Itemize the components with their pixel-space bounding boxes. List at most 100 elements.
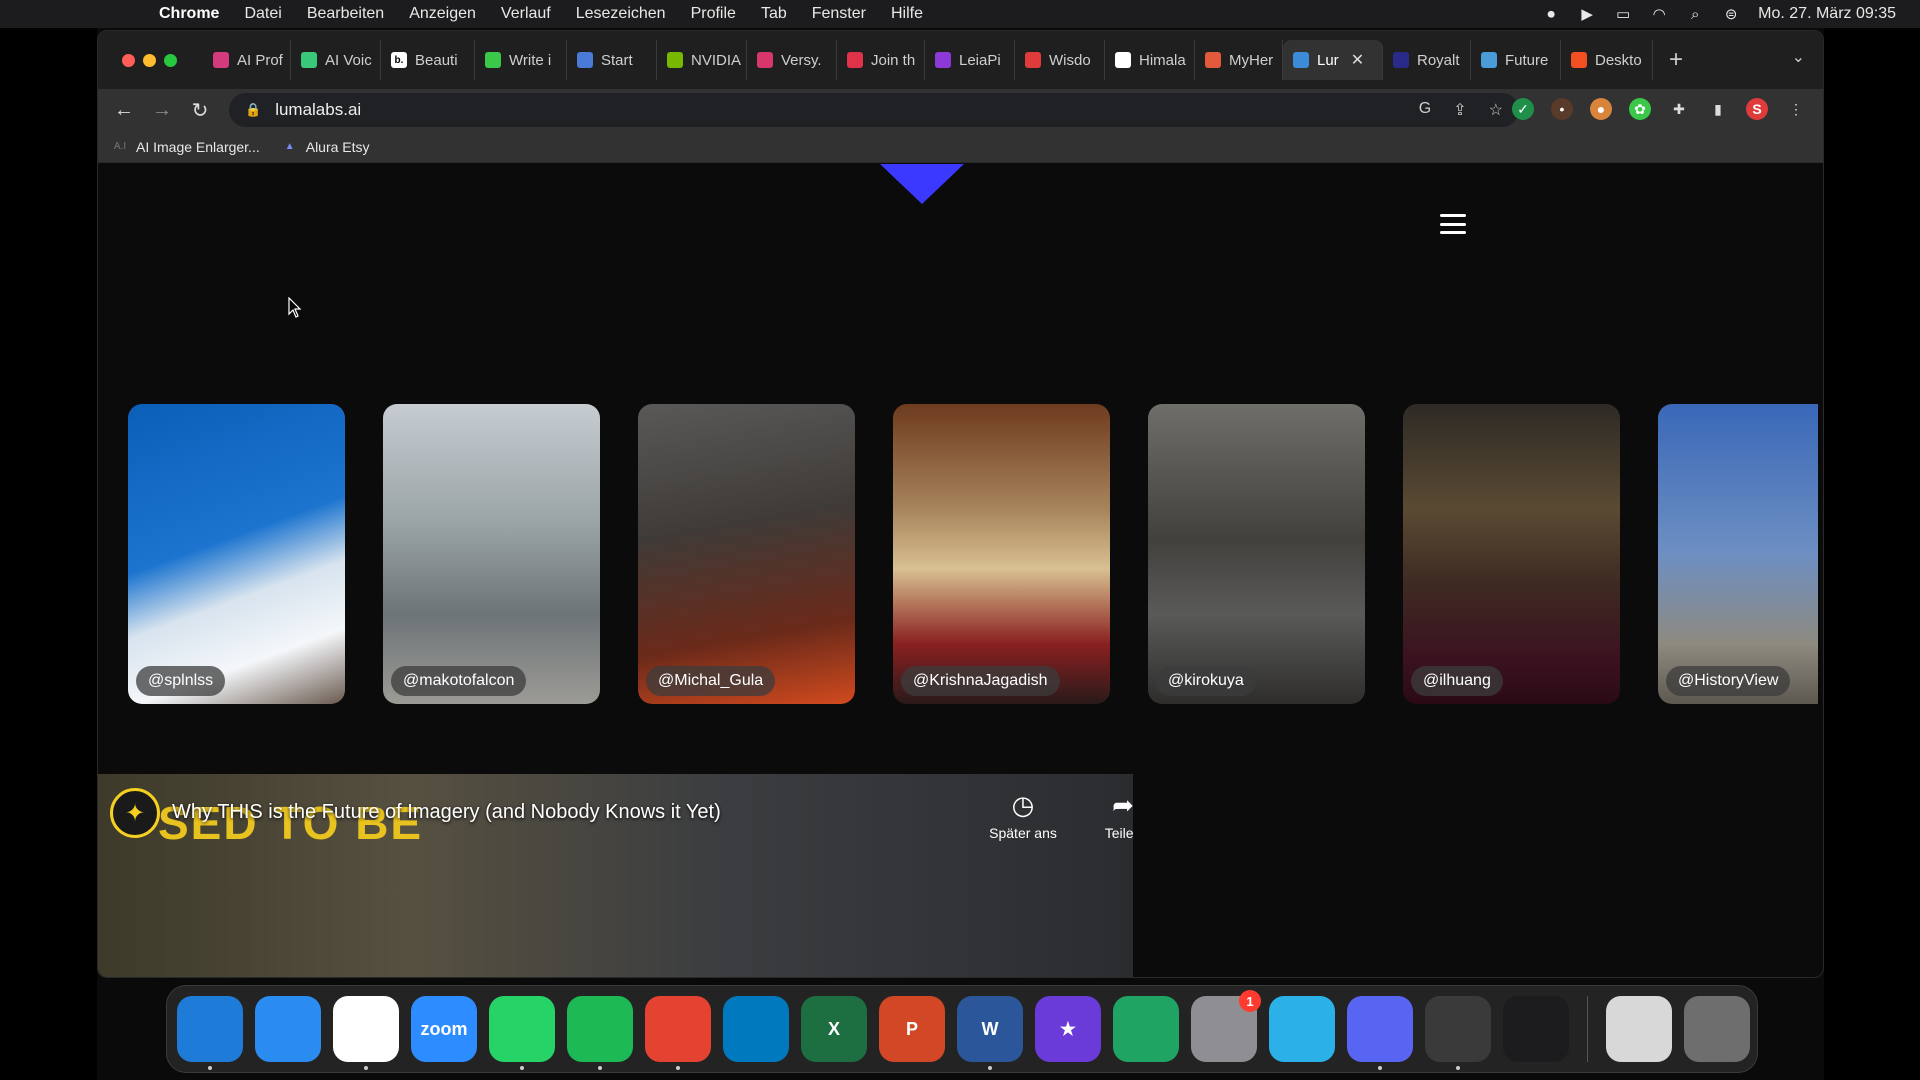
wifi-icon[interactable]: ◠ <box>1650 6 1668 23</box>
zoom-icon[interactable]: zoom <box>411 996 477 1062</box>
safari-icon[interactable] <box>255 996 321 1062</box>
discord-icon[interactable] <box>1347 996 1413 1070</box>
quicktime-icon[interactable] <box>1425 996 1491 1070</box>
system-settings-icon[interactable]: 1 <box>1191 990 1261 1062</box>
forward-arrow-icon[interactable]: → <box>146 99 178 122</box>
play-icon[interactable]: ▶ <box>1578 6 1596 23</box>
more-menu-icon[interactable]: ⋮ <box>1785 98 1807 120</box>
browser-tab[interactable]: MyHer <box>1195 40 1283 80</box>
bookmark-star-icon[interactable]: ☆ <box>1489 100 1503 120</box>
browser-tab[interactable]: NVIDIA <box>657 40 747 80</box>
video-overlay[interactable]: SED TO BE ✦ Why THIS is the Future of Im… <box>98 774 1133 977</box>
gallery-card[interactable]: @HistoryView <box>1658 404 1818 704</box>
extension-4-icon[interactable]: ✿ <box>1629 98 1651 120</box>
bookmarks-bar: A.I AI Image Enlarger... ▲ Alura Etsy <box>98 131 1823 163</box>
finder-icon[interactable] <box>177 996 243 1070</box>
gallery-card[interactable]: @Michal_Gula <box>638 404 855 704</box>
reload-icon[interactable]: ↻ <box>184 98 216 123</box>
whatsapp-icon[interactable] <box>489 996 555 1070</box>
record-icon[interactable]: ⏺ <box>1542 6 1560 23</box>
trello-icon[interactable] <box>723 996 789 1062</box>
browser-tab[interactable]: AI Voic <box>291 40 381 80</box>
browser-tab[interactable]: Royalt <box>1383 40 1471 80</box>
lock-icon[interactable]: 🔒 <box>245 102 261 118</box>
browser-tab[interactable]: AI Prof <box>203 40 291 80</box>
browser-tab[interactable]: Wisdo <box>1015 40 1105 80</box>
hamburger-menu-icon[interactable] <box>1440 214 1466 234</box>
address-bar[interactable]: 🔒 lumalabs.ai G ⇪ ☆ <box>229 93 1519 127</box>
luma-logo-icon[interactable] <box>880 164 964 204</box>
menu-app-name[interactable]: Chrome <box>159 5 219 23</box>
video-title[interactable]: Why THIS is the Future of Imagery (and N… <box>172 801 721 824</box>
gallery-card[interactable]: @makotofalcon <box>383 404 600 704</box>
close-window-button[interactable] <box>122 53 135 67</box>
card-user-tag: @makotofalcon <box>391 666 527 696</box>
browser-tab[interactable]: Join th <box>837 40 925 80</box>
menu-profile[interactable]: Profile <box>691 5 736 23</box>
gallery-card[interactable]: @splnlss <box>128 404 345 704</box>
extension-3-icon[interactable]: ● <box>1590 98 1612 120</box>
channel-logo-icon[interactable]: ✦ <box>110 788 160 838</box>
tab-favicon-icon <box>1393 52 1409 68</box>
todoist-icon[interactable] <box>645 996 711 1070</box>
google-drive-icon[interactable] <box>1113 996 1179 1062</box>
chrome-icon[interactable] <box>333 996 399 1070</box>
google-lens-icon[interactable]: G <box>1419 100 1431 120</box>
share-icon[interactable]: ⇪ <box>1453 100 1466 120</box>
app-circle-icon[interactable] <box>1269 996 1335 1062</box>
menu-bearbeiten[interactable]: Bearbeiten <box>307 5 384 23</box>
menu-verlauf[interactable]: Verlauf <box>501 5 551 23</box>
imovie-icon[interactable]: ★ <box>1035 996 1101 1062</box>
control-center-icon[interactable]: ⊜ <box>1722 6 1740 23</box>
gallery-card[interactable]: @KrishnaJagadish <box>893 404 1110 704</box>
menu-anzeigen[interactable]: Anzeigen <box>409 5 476 23</box>
menu-lesezeichen[interactable]: Lesezeichen <box>576 5 666 23</box>
spotlight-icon[interactable]: ⌕ <box>1686 6 1704 23</box>
share-button[interactable]: ➦ Teilen <box>1078 790 1133 841</box>
trash-icon[interactable] <box>1684 996 1750 1062</box>
back-arrow-icon[interactable]: ← <box>108 99 140 122</box>
tab-search-chevron-icon[interactable]: ⌄ <box>1792 47 1805 67</box>
side-panel-icon[interactable]: ▮ <box>1707 98 1729 120</box>
close-tab-icon[interactable]: ✕ <box>1351 50 1364 70</box>
word-icon[interactable]: W <box>957 996 1023 1070</box>
extension-2-icon[interactable]: • <box>1551 98 1573 120</box>
menu-fenster[interactable]: Fenster <box>812 5 866 23</box>
browser-tab[interactable]: LeiaPi <box>925 40 1015 80</box>
browser-tab[interactable]: Lur ✕ <box>1283 40 1383 80</box>
preview-window-icon[interactable] <box>1606 996 1672 1062</box>
running-indicator <box>598 1066 602 1070</box>
powerpoint-icon[interactable]: P <box>879 996 945 1062</box>
battery-icon[interactable]: ▭ <box>1614 6 1632 23</box>
gallery-card[interactable]: @ilhuang <box>1403 404 1620 704</box>
shield-extension-icon[interactable]: ✓ <box>1512 98 1534 120</box>
zoom-window-button[interactable] <box>164 53 177 67</box>
spotify-icon[interactable] <box>567 996 633 1070</box>
new-tab-icon[interactable]: + <box>1669 46 1683 74</box>
browser-tab[interactable]: Deskto <box>1561 40 1653 80</box>
watch-later-button[interactable]: ◷ Später ans <box>978 790 1068 841</box>
tab-title: Versy. <box>781 51 822 69</box>
card-user-tag: @HistoryView <box>1666 666 1791 696</box>
browser-tab[interactable]: Start <box>567 40 657 80</box>
menu-hilfe[interactable]: Hilfe <box>891 5 923 23</box>
browser-tab[interactable]: Himala <box>1105 40 1195 80</box>
bookmark-ai-image-enlarger[interactable]: A.I AI Image Enlarger... <box>112 139 260 155</box>
minimize-window-button[interactable] <box>143 53 156 67</box>
menu-datei[interactable]: Datei <box>244 5 281 23</box>
tab-favicon-icon <box>1025 52 1041 68</box>
excel-icon[interactable]: X <box>801 996 867 1062</box>
browser-tab[interactable]: Versy. <box>747 40 837 80</box>
browser-tab[interactable]: Write i <box>475 40 567 80</box>
hamburger-line <box>1440 231 1466 234</box>
gallery-card[interactable]: @kirokuya <box>1148 404 1365 704</box>
puzzle-extensions-icon[interactable]: ✚ <box>1668 98 1690 120</box>
clock[interactable]: Mo. 27. März 09:35 <box>1758 5 1896 23</box>
menu-tab[interactable]: Tab <box>761 5 787 23</box>
profile-avatar-icon[interactable]: S <box>1746 98 1768 120</box>
running-indicator <box>1378 1066 1382 1070</box>
browser-tab[interactable]: Future <box>1471 40 1561 80</box>
voice-memos-icon[interactable] <box>1503 996 1569 1062</box>
browser-tab[interactable]: b. Beauti <box>381 40 475 80</box>
bookmark-alura-etsy[interactable]: ▲ Alura Etsy <box>282 139 370 155</box>
